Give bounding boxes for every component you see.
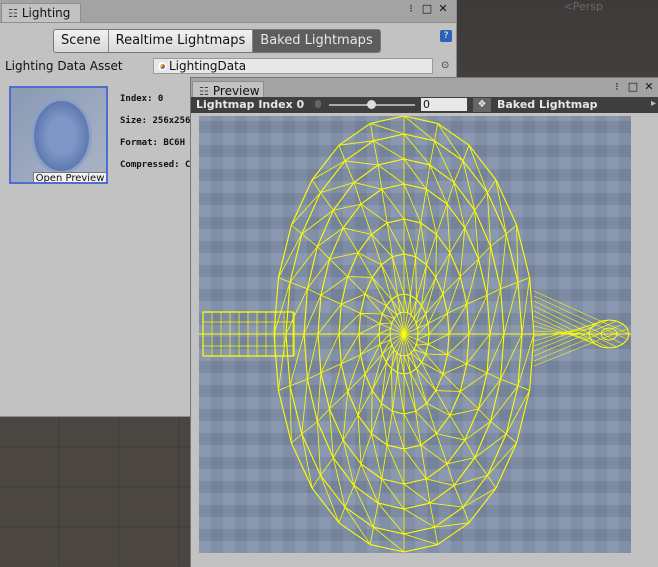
- maximize-icon[interactable]: □: [627, 81, 639, 93]
- preview-window: ☷ Preview ⁝ □ ✕ Lightmap Index 0 0 ❖ Bak…: [190, 77, 658, 567]
- lighting-data-icon: [158, 62, 167, 71]
- lightmap-index-label: Lightmap Index 0: [196, 98, 304, 111]
- lightmap-format-text: Format: BC6H: [120, 138, 185, 148]
- object-picker-icon[interactable]: ⊙: [441, 60, 449, 71]
- preview-side-gap: [631, 116, 658, 567]
- lightmap-thumbnail-image: [31, 98, 92, 174]
- lightmap-index-text: Index: 0: [120, 94, 163, 104]
- lightmap-compressed-text: Compressed: C: [120, 160, 190, 170]
- exposure-slider-handle[interactable]: [367, 100, 376, 109]
- lighting-data-asset-value: LightingData: [169, 59, 246, 73]
- tab-baked-lightmaps[interactable]: Baked Lightmaps: [253, 30, 379, 52]
- lighting-tab-label: Lighting: [22, 4, 71, 23]
- lighting-tab[interactable]: ☷ Lighting: [1, 3, 81, 22]
- help-book-icon[interactable]: ?: [440, 30, 452, 42]
- list-icon: ☷: [8, 4, 18, 23]
- lighting-data-asset-field[interactable]: LightingData: [153, 58, 433, 74]
- lighting-mode-tabs: Scene Realtime Lightmaps Baked Lightmaps: [53, 29, 381, 53]
- tab-scene[interactable]: Scene: [54, 30, 109, 52]
- lighting-window-buttons: ⁝ □ ✕: [405, 3, 449, 15]
- close-icon[interactable]: ✕: [437, 3, 449, 15]
- lightmap-thumbnail[interactable]: Open Preview: [9, 86, 108, 184]
- open-preview-button[interactable]: Open Preview: [33, 172, 107, 184]
- lightmap-index-field[interactable]: 0: [421, 98, 467, 111]
- menu-dots-icon[interactable]: ⁝: [611, 81, 623, 93]
- lightmap-preview-viewport[interactable]: [199, 116, 631, 553]
- lighting-data-asset-label: Lighting Data Asset: [5, 59, 123, 73]
- maximize-icon[interactable]: □: [421, 3, 433, 15]
- scroll-arrow-icon[interactable]: ▸: [651, 98, 656, 109]
- wireframe-mesh-icon: [199, 116, 631, 553]
- brightness-icon: [315, 100, 321, 108]
- preview-toolbar: Lightmap Index 0 0 ❖ Baked Lightmap ▸: [191, 97, 658, 113]
- menu-dots-icon[interactable]: ⁝: [405, 3, 417, 15]
- lighting-tab-strip: ☷ Lighting ⁝ □ ✕: [0, 0, 456, 23]
- preview-window-buttons: ⁝ □ ✕: [611, 81, 655, 93]
- persp-label[interactable]: <Persp: [564, 0, 603, 13]
- lightmap-size-text: Size: 256x256: [120, 116, 190, 126]
- close-icon[interactable]: ✕: [643, 81, 655, 93]
- tab-realtime-lightmaps[interactable]: Realtime Lightmaps: [109, 30, 254, 52]
- baked-lightmap-dropdown[interactable]: Baked Lightmap: [497, 98, 598, 111]
- layers-icon[interactable]: ❖: [473, 98, 491, 112]
